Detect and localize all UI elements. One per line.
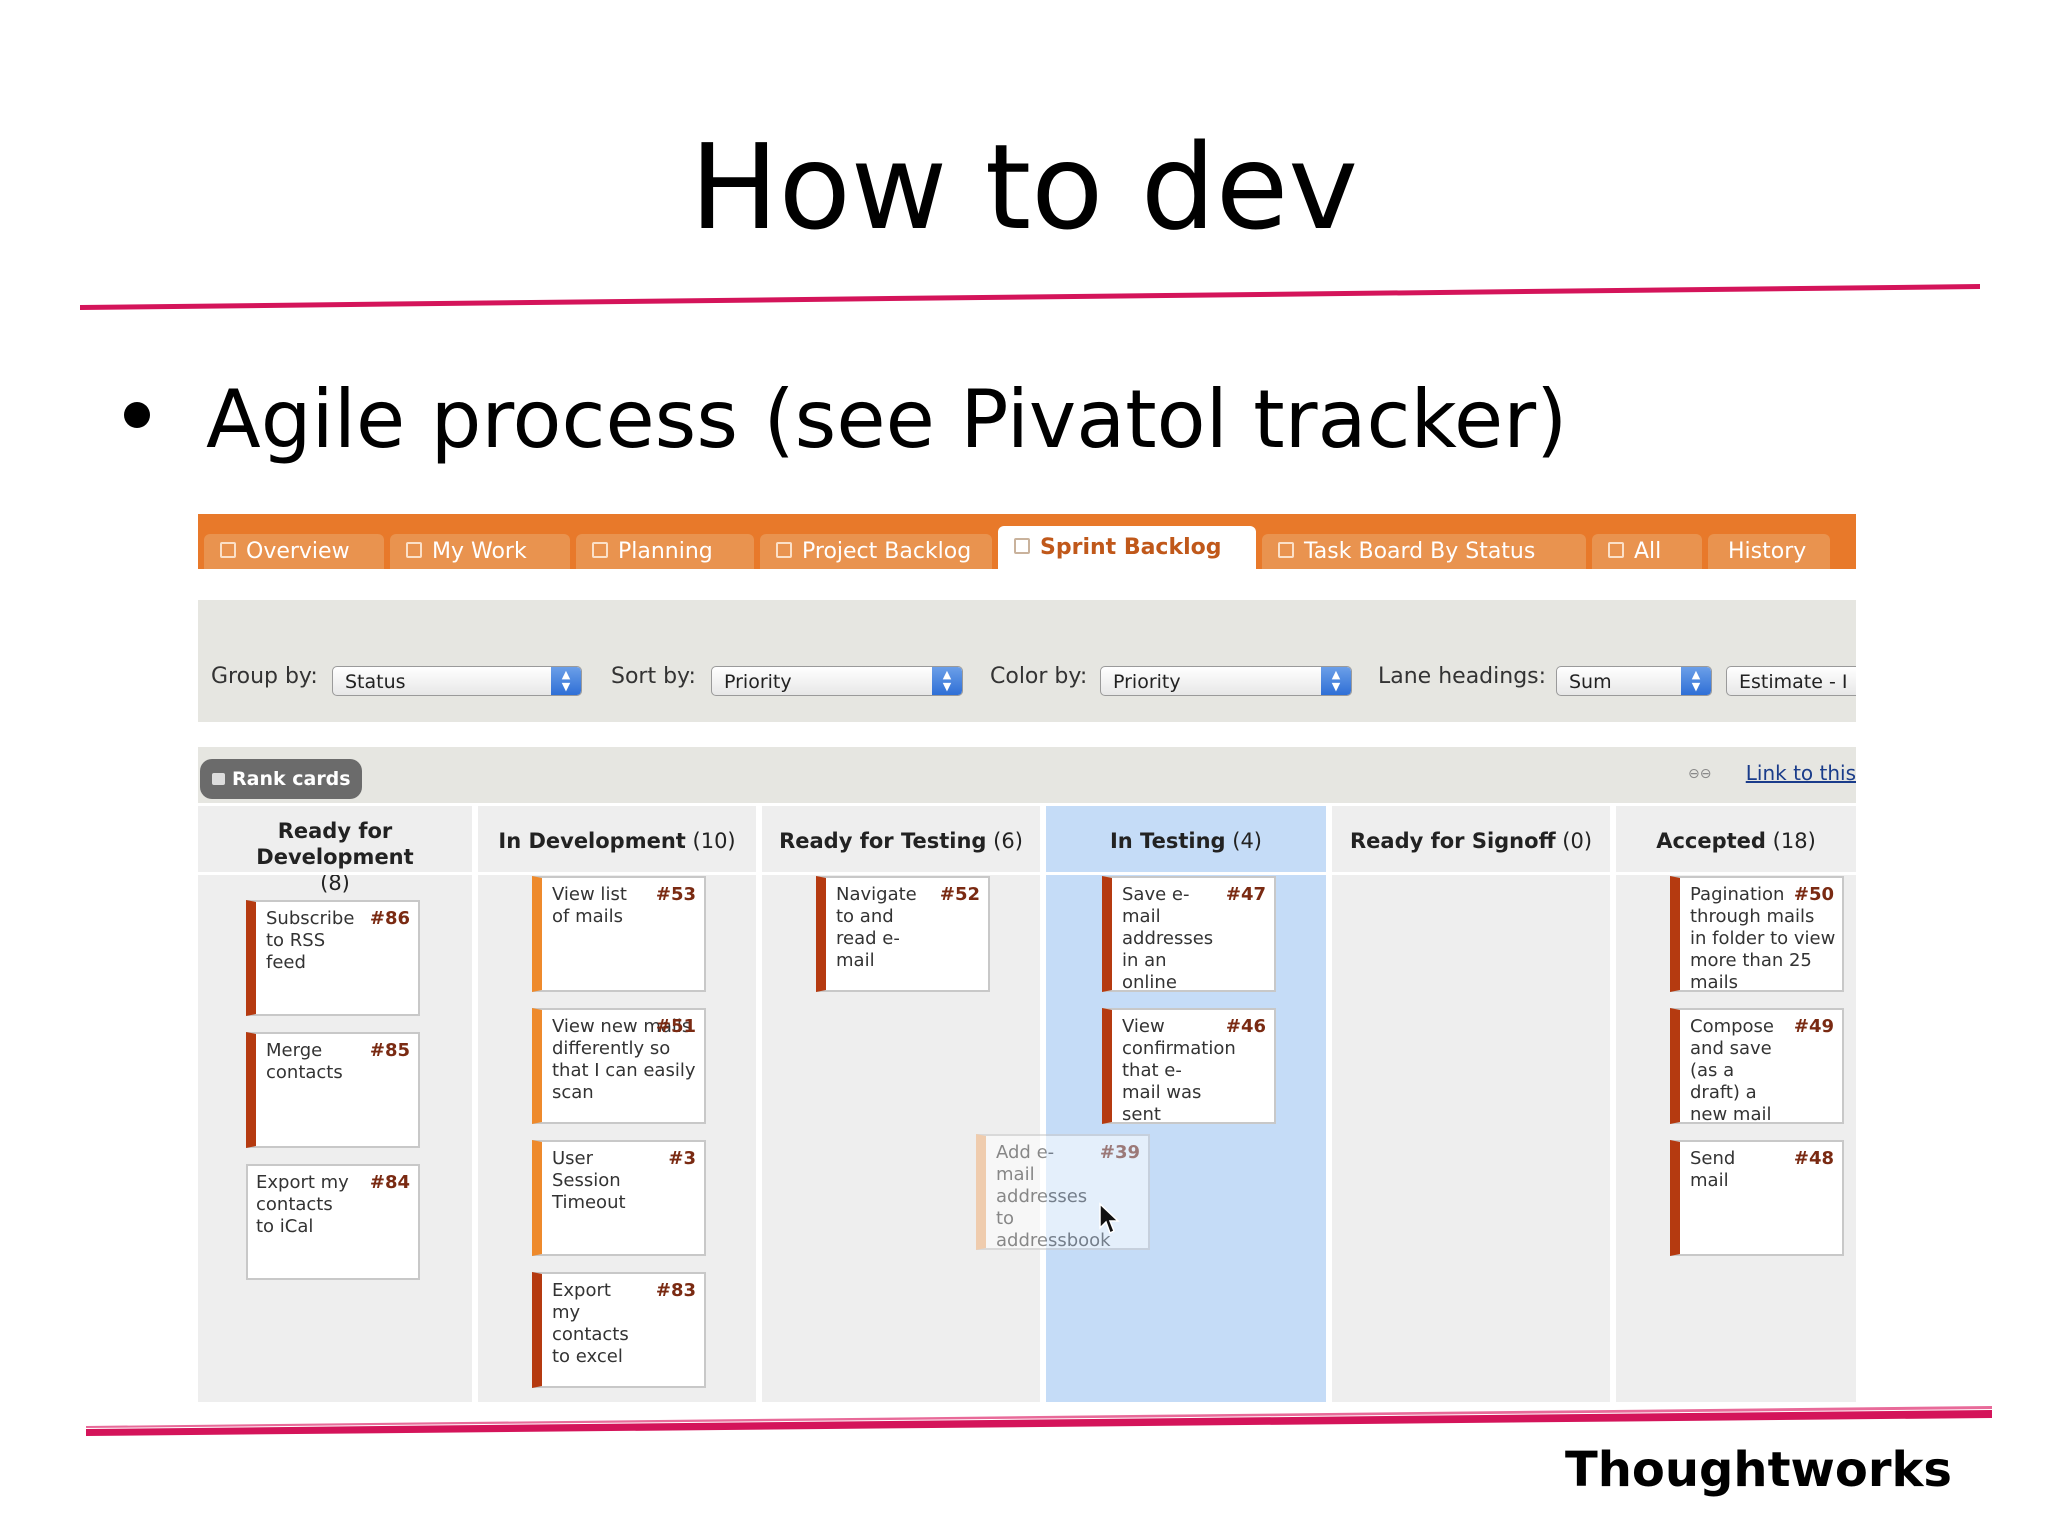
bullet-dot-icon: [124, 402, 150, 429]
lane-heading: In Testing (4): [1109, 829, 1262, 853]
grid-icon: [1014, 538, 1030, 554]
story-card[interactable]: #53 View list of mails: [532, 876, 706, 992]
list-icon: [406, 542, 422, 558]
lane-heading: In Development (10): [498, 829, 736, 853]
tab-planning[interactable]: Planning: [576, 534, 754, 569]
group-by-select[interactable]: Status ▲ ▼: [332, 666, 582, 696]
lane-ready-for-signoff: Ready for Signoff (0): [1332, 806, 1610, 1402]
lane-headings-label: Lane headings:: [1378, 664, 1547, 689]
bottom-divider-line: [86, 1406, 1992, 1436]
bullet-text: Agile process (see Pivatol tracker): [206, 373, 1568, 466]
tab-overview[interactable]: Overview: [204, 534, 384, 569]
story-card[interactable]: #52 Navigate to and read e-mail: [816, 876, 990, 992]
select-arrows-icon: ▲ ▼: [1321, 667, 1351, 695]
lane-headings-select[interactable]: Sum ▲ ▼: [1556, 666, 1712, 696]
mouse-pointer-icon: [1099, 1202, 1120, 1235]
tab-project-backlog[interactable]: Project Backlog: [760, 534, 992, 569]
tab-task-board-by-status[interactable]: Task Board By Status: [1262, 534, 1586, 569]
color-by-label: Color by:: [990, 664, 1088, 689]
story-card[interactable]: #46 View confirmation that e-mail was sen…: [1102, 1008, 1276, 1124]
estimate-select[interactable]: Estimate - I: [1726, 666, 1856, 696]
story-card[interactable]: #47Save e-mail addresses in an online ad…: [1102, 876, 1276, 992]
tab-bar: Overview My Work Planning Project Backlo…: [198, 514, 1856, 569]
story-card[interactable]: #51 View new mails differently so that I …: [532, 1008, 706, 1124]
bullet-item: Agile process (see Pivatol tracker): [124, 380, 1567, 460]
page-icon: [220, 542, 236, 558]
rank-icon: [212, 773, 225, 785]
rank-cards-button[interactable]: Rank cards: [200, 759, 362, 799]
story-card[interactable]: #86 Subscribe to RSS feed: [246, 900, 420, 1016]
lane-heading: Ready for Testing (6): [779, 829, 1023, 853]
select-arrows-icon: ▲ ▼: [1681, 667, 1711, 695]
dragging-story-card[interactable]: #39Add e-mail addresses to addressbook f…: [976, 1134, 1150, 1250]
story-card[interactable]: #3 User Session Timeout: [532, 1140, 706, 1256]
story-card[interactable]: #50 Pagination through mails in folder to…: [1670, 876, 1844, 992]
tab-my-work[interactable]: My Work: [390, 534, 570, 569]
tab-all[interactable]: All: [1592, 534, 1702, 569]
story-card[interactable]: #84 Export my contacts to iCal: [246, 1164, 420, 1280]
grid-icon: [592, 542, 608, 558]
top-divider-line: [80, 284, 1980, 310]
list-icon: [776, 542, 792, 558]
sort-by-label: Sort by:: [611, 664, 696, 689]
slide-title: How to dev: [689, 118, 1359, 256]
board-toolbar: Rank cards ⊖⊖ Link to this: [198, 747, 1856, 803]
tab-sprint-backlog[interactable]: Sprint Backlog: [998, 526, 1256, 569]
story-card[interactable]: #85 Merge contacts: [246, 1032, 420, 1148]
sort-by-select[interactable]: Priority ▲ ▼: [711, 666, 963, 696]
list-icon: [1608, 542, 1624, 558]
view-controls: Group by: Status ▲ ▼ Sort by: Priority ▲ ▼ C…: [198, 600, 1856, 722]
story-card[interactable]: #83 Export my contacts to excel: [532, 1272, 706, 1388]
story-card[interactable]: #49 Compose and save (as a draft) a new m…: [1670, 1008, 1844, 1124]
story-card[interactable]: #48 Send mail: [1670, 1140, 1844, 1256]
color-by-select[interactable]: Priority ▲ ▼: [1100, 666, 1352, 696]
group-by-label: Group by:: [211, 664, 318, 689]
select-arrows-icon: ▲ ▼: [551, 667, 581, 695]
lane-heading: Ready for Development (8): [256, 819, 414, 895]
select-arrows-icon: ▲ ▼: [932, 667, 962, 695]
lane-heading: Ready for Signoff (0): [1349, 829, 1593, 853]
thoughtworks-logo-text: Thoughtworks: [1564, 1442, 1952, 1498]
tracker-screenshot: Overview My Work Planning Project Backlo…: [198, 514, 1856, 1402]
lane-heading: Accepted (18): [1656, 829, 1816, 853]
link-icon: ⊖⊖: [1688, 766, 1712, 782]
tab-history[interactable]: History: [1708, 534, 1830, 569]
link-to-this-page[interactable]: Link to this: [1746, 761, 1856, 785]
grid-icon: [1278, 542, 1294, 558]
